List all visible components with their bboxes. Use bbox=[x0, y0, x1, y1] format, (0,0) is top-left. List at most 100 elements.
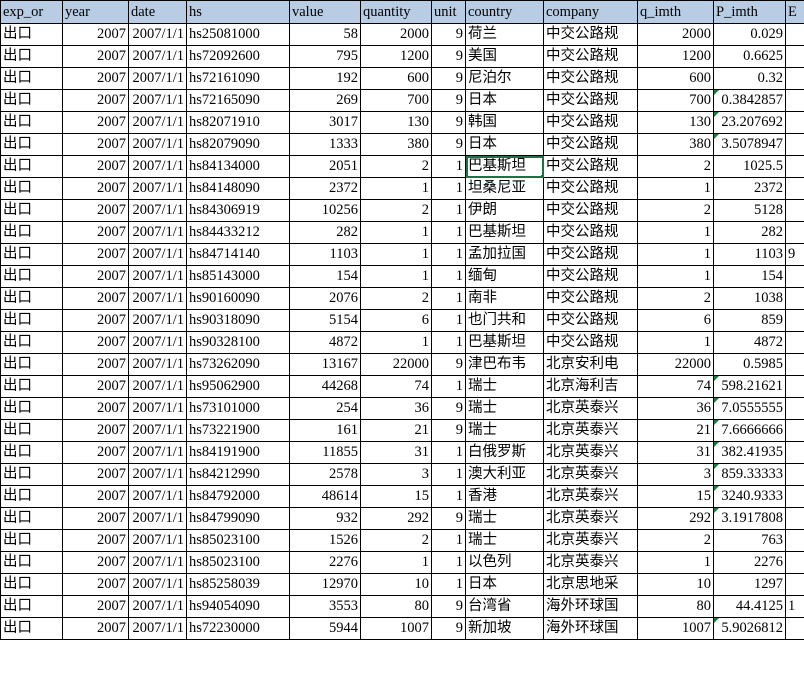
cell-year[interactable]: 2007 bbox=[62, 287, 129, 310]
cell-quantity[interactable]: 1 bbox=[360, 221, 432, 244]
column-header-unit[interactable]: unit bbox=[431, 0, 466, 24]
cell-unit[interactable]: 9 bbox=[431, 595, 466, 618]
table-row[interactable]: 出口 2007 2007/1/1 hs72092600 795 1200 9 美国 中交公路规 1… bbox=[0, 45, 804, 68]
cell-exp_or[interactable]: 出口 bbox=[0, 23, 63, 46]
cell-q_imth[interactable]: 80 bbox=[637, 595, 714, 618]
cell-exp_or[interactable]: 出口 bbox=[0, 441, 63, 464]
cell-extra[interactable] bbox=[785, 507, 804, 530]
cell-year[interactable]: 2007 bbox=[62, 419, 129, 442]
cell-value[interactable]: 5154 bbox=[289, 309, 361, 332]
cell-value[interactable]: 12970 bbox=[289, 573, 361, 596]
cell-extra[interactable] bbox=[785, 353, 804, 376]
table-row[interactable]: 出口 2007 2007/1/1 hs85023100 2276 1 1 以色列 北京英泰兴 1 2… bbox=[0, 551, 804, 574]
cell-hs[interactable]: hs90318090 bbox=[186, 309, 290, 332]
cell-date[interactable]: 2007/1/1 bbox=[128, 23, 187, 46]
cell-value[interactable]: 1333 bbox=[289, 133, 361, 156]
cell-q_imth[interactable]: 74 bbox=[637, 375, 714, 398]
table-row[interactable]: 出口 2007 2007/1/1 hs84792000 48614 15 1 香港 北京英泰兴 1… bbox=[0, 485, 804, 508]
cell-hs[interactable]: hs95062900 bbox=[186, 375, 290, 398]
cell-unit[interactable]: 9 bbox=[431, 67, 466, 90]
table-row[interactable]: 出口 2007 2007/1/1 hs90160090 2076 2 1 南非 中交公路规 2 10… bbox=[0, 287, 804, 310]
column-header-date[interactable]: date bbox=[128, 0, 187, 24]
cell-exp_or[interactable]: 出口 bbox=[0, 617, 63, 640]
cell-extra[interactable] bbox=[785, 45, 804, 68]
cell-value[interactable]: 254 bbox=[289, 397, 361, 420]
cell-unit[interactable]: 1 bbox=[431, 309, 466, 332]
cell-q_imth[interactable]: 130 bbox=[637, 111, 714, 134]
cell-exp_or[interactable]: 出口 bbox=[0, 133, 63, 156]
cell-P_imth[interactable]: 0.3842857 bbox=[713, 89, 786, 112]
column-header-extra[interactable]: E bbox=[785, 0, 804, 24]
cell-P_imth[interactable]: 2276 bbox=[713, 551, 786, 574]
cell-date[interactable]: 2007/1/1 bbox=[128, 265, 187, 288]
cell-exp_or[interactable]: 出口 bbox=[0, 67, 63, 90]
table-row[interactable]: 出口 2007 2007/1/1 hs84191900 11855 31 1 白俄罗斯 北京英泰… bbox=[0, 441, 804, 464]
cell-q_imth[interactable]: 600 bbox=[637, 67, 714, 90]
cell-extra[interactable] bbox=[785, 375, 804, 398]
column-header-exp_or[interactable]: exp_or bbox=[0, 0, 63, 24]
cell-year[interactable]: 2007 bbox=[62, 45, 129, 68]
table-row[interactable]: 出口 2007 2007/1/1 hs84799090 932 292 9 瑞士 北京英泰兴 29… bbox=[0, 507, 804, 530]
cell-q_imth[interactable]: 292 bbox=[637, 507, 714, 530]
cell-unit[interactable]: 9 bbox=[431, 353, 466, 376]
column-header-quantity[interactable]: quantity bbox=[360, 0, 432, 24]
cell-unit[interactable]: 1 bbox=[431, 331, 466, 354]
cell-exp_or[interactable]: 出口 bbox=[0, 155, 63, 178]
cell-company[interactable]: 北京安利电 bbox=[543, 353, 638, 376]
cell-year[interactable]: 2007 bbox=[62, 595, 129, 618]
cell-hs[interactable]: hs84799090 bbox=[186, 507, 290, 530]
cell-q_imth[interactable]: 2000 bbox=[637, 23, 714, 46]
cell-hs[interactable]: hs85023100 bbox=[186, 529, 290, 552]
cell-year[interactable]: 2007 bbox=[62, 309, 129, 332]
cell-country[interactable]: 以色列 bbox=[465, 551, 544, 574]
cell-company[interactable]: 中交公路规 bbox=[543, 45, 638, 68]
table-row[interactable]: 出口 2007 2007/1/1 hs72161090 192 600 9 尼泊尔 中交公路规 6… bbox=[0, 67, 804, 90]
cell-extra[interactable] bbox=[785, 617, 804, 640]
cell-exp_or[interactable]: 出口 bbox=[0, 419, 63, 442]
cell-extra[interactable] bbox=[785, 441, 804, 464]
cell-company[interactable]: 中交公路规 bbox=[543, 177, 638, 200]
cell-unit[interactable]: 9 bbox=[431, 617, 466, 640]
cell-country[interactable]: 瑞士 bbox=[465, 375, 544, 398]
cell-value[interactable]: 3553 bbox=[289, 595, 361, 618]
cell-quantity[interactable]: 6 bbox=[360, 309, 432, 332]
cell-date[interactable]: 2007/1/1 bbox=[128, 353, 187, 376]
cell-P_imth[interactable]: 598.21621 bbox=[713, 375, 786, 398]
table-row[interactable]: 出口 2007 2007/1/1 hs73101000 254 36 9 瑞士 北京英泰兴 36 7… bbox=[0, 397, 804, 420]
table-row[interactable]: 出口 2007 2007/1/1 hs84148090 2372 1 1 坦桑尼亚 中交公路规 1… bbox=[0, 177, 804, 200]
cell-hs[interactable]: hs84433212 bbox=[186, 221, 290, 244]
cell-extra[interactable]: 1 bbox=[785, 595, 804, 618]
cell-q_imth[interactable]: 2 bbox=[637, 287, 714, 310]
cell-quantity[interactable]: 600 bbox=[360, 67, 432, 90]
cell-date[interactable]: 2007/1/1 bbox=[128, 133, 187, 156]
cell-hs[interactable]: hs84191900 bbox=[186, 441, 290, 464]
cell-q_imth[interactable]: 1 bbox=[637, 265, 714, 288]
cell-hs[interactable]: hs72165090 bbox=[186, 89, 290, 112]
cell-q_imth[interactable]: 15 bbox=[637, 485, 714, 508]
cell-extra[interactable] bbox=[785, 463, 804, 486]
cell-unit[interactable]: 1 bbox=[431, 155, 466, 178]
cell-quantity[interactable]: 80 bbox=[360, 595, 432, 618]
cell-exp_or[interactable]: 出口 bbox=[0, 331, 63, 354]
cell-unit[interactable]: 9 bbox=[431, 507, 466, 530]
cell-quantity[interactable]: 1 bbox=[360, 331, 432, 354]
cell-hs[interactable]: hs84714140 bbox=[186, 243, 290, 266]
cell-hs[interactable]: hs72230000 bbox=[186, 617, 290, 640]
cell-extra[interactable] bbox=[785, 89, 804, 112]
cell-year[interactable]: 2007 bbox=[62, 89, 129, 112]
cell-q_imth[interactable]: 2 bbox=[637, 199, 714, 222]
cell-hs[interactable]: hs82071910 bbox=[186, 111, 290, 134]
cell-quantity[interactable]: 1 bbox=[360, 265, 432, 288]
cell-year[interactable]: 2007 bbox=[62, 441, 129, 464]
cell-value[interactable]: 932 bbox=[289, 507, 361, 530]
cell-year[interactable]: 2007 bbox=[62, 155, 129, 178]
cell-q_imth[interactable]: 2 bbox=[637, 529, 714, 552]
cell-country[interactable]: 美国 bbox=[465, 45, 544, 68]
cell-value[interactable]: 3017 bbox=[289, 111, 361, 134]
cell-company[interactable]: 中交公路规 bbox=[543, 265, 638, 288]
cell-P_imth[interactable]: 0.32 bbox=[713, 67, 786, 90]
cell-company[interactable]: 北京海利吉 bbox=[543, 375, 638, 398]
cell-unit[interactable]: 1 bbox=[431, 177, 466, 200]
cell-year[interactable]: 2007 bbox=[62, 177, 129, 200]
cell-company[interactable]: 海外环球国 bbox=[543, 595, 638, 618]
